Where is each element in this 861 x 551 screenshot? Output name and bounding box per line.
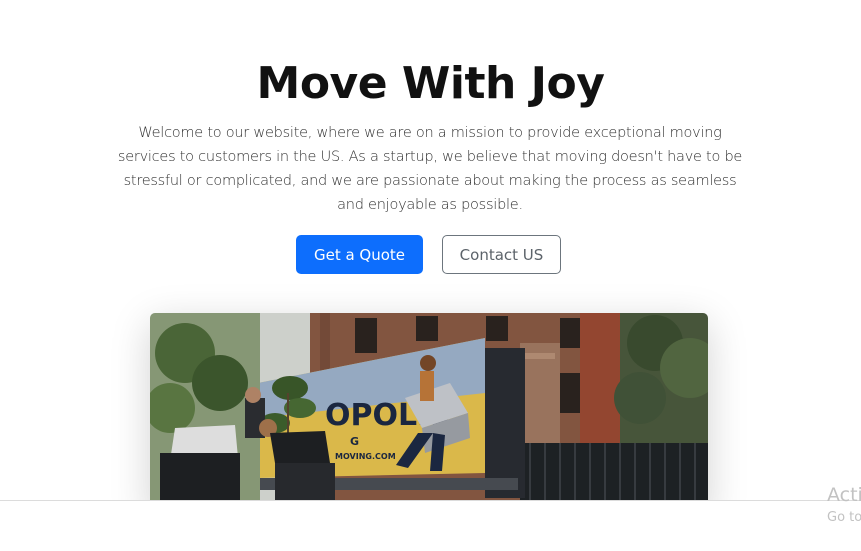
bottom-bar bbox=[0, 500, 861, 551]
moving-truck-photo: OPOLIS G 520 MOVING.COM bbox=[150, 313, 708, 513]
page: Move With Joy Welcome to our website, wh… bbox=[0, 0, 861, 551]
activation-watermark-line1: Acti bbox=[827, 484, 861, 506]
activation-watermark-line2: Go to bbox=[827, 510, 861, 525]
hero-description: Welcome to our website, where we are on … bbox=[117, 125, 743, 213]
hero-title: Move With Joy bbox=[256, 58, 605, 109]
get-a-quote-button[interactable]: Get a Quote bbox=[296, 235, 423, 274]
contact-us-button[interactable]: Contact US bbox=[442, 235, 561, 274]
hero-image: OPOLIS G 520 MOVING.COM bbox=[150, 313, 708, 513]
